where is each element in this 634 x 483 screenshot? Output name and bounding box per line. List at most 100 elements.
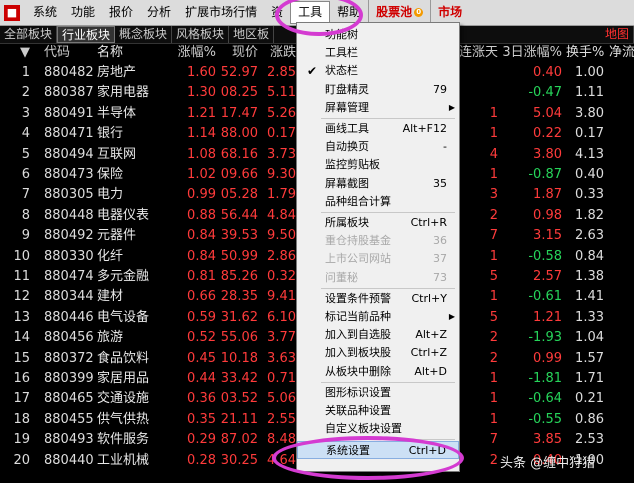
row-name: 旅游 [97, 330, 124, 346]
row-turnover: 2.63 [575, 228, 604, 244]
row-three-day: 0.98 [533, 207, 562, 223]
col-change[interactable]: 涨跌 [260, 43, 296, 63]
row-change: 5.06 [267, 391, 296, 407]
row-three-day: 5.04 [533, 105, 562, 121]
row-days: 7 [489, 432, 498, 448]
row-price: 31.62 [220, 309, 258, 325]
menu-extended-market[interactable]: 扩展市场行情 [178, 0, 264, 25]
menu-item-17[interactable]: 加入到板块股 Ctrl+Z [297, 344, 459, 362]
menu-item-6[interactable]: 自动换页 - [297, 138, 459, 156]
row-days: 1 [489, 289, 498, 305]
submenu-arrow-icon: ▶ [448, 102, 455, 112]
menu-item-label: 屏幕管理 [325, 100, 369, 114]
col-pct[interactable]: 涨幅% [160, 43, 216, 63]
menu-separator [321, 381, 455, 383]
menu-analysis[interactable]: 分析 [140, 0, 178, 25]
row-pct: 1.21 [187, 105, 216, 121]
row-change: 2.86 [267, 248, 296, 264]
col-consecutive-days[interactable]: 连涨天 [458, 43, 498, 63]
row-change: 3.73 [267, 146, 296, 162]
menu-item-15[interactable]: 标记当前品种 ▶ [297, 308, 459, 326]
row-three-day: -0.64 [528, 391, 562, 407]
tab-industry-blocks[interactable]: 行业板块 [57, 26, 116, 43]
menu-item-shortcut: 79 [433, 82, 447, 96]
menu-item-label: 加入到板块股 [325, 346, 391, 360]
col-turnover[interactable]: 换手% [566, 43, 604, 63]
row-name: 家用电器 [97, 85, 150, 101]
menu-item-14[interactable]: 设置条件预警 Ctrl+Y [297, 290, 459, 308]
col-code[interactable]: 代码 [44, 43, 70, 63]
menu-item-label: 上市公司网站 [325, 252, 391, 266]
menu-item-18[interactable]: 从板块中删除 Alt+D [297, 363, 459, 381]
menu-system[interactable]: 系统 [26, 0, 64, 25]
row-three-day: -1.81 [528, 371, 562, 386]
col-name[interactable]: 名称 [97, 43, 123, 63]
menu-item-label: 重仓持股基金 [325, 234, 391, 248]
menu-item-10[interactable]: 所属板块 Ctrl+R [297, 214, 459, 232]
row-turnover: 1.57 [575, 350, 604, 366]
tab-map[interactable]: 地图 [601, 26, 634, 43]
menu-item-shortcut: 37 [433, 252, 447, 266]
row-three-day: -0.87 [528, 167, 562, 182]
row-change: 3.77 [267, 330, 296, 346]
row-price: 39.53 [220, 228, 258, 244]
menu-item-7[interactable]: 监控剪贴板 [297, 156, 459, 174]
menu-item-16[interactable]: 加入到自选股 Alt+Z [297, 326, 459, 344]
menu-separator [321, 118, 455, 119]
row-code: 880344 [44, 289, 94, 305]
row-name: 半导体 [97, 105, 137, 121]
row-price: 28.35 [220, 289, 258, 305]
row-name: 软件服务 [97, 432, 150, 448]
menu-item-8[interactable]: 屏幕截图 35 [297, 175, 459, 193]
row-days: 5 [489, 309, 498, 325]
row-name: 电器仪表 [97, 207, 150, 223]
row-pct: 0.84 [187, 228, 216, 244]
menu-item-3[interactable]: 盯盘精灵 79 [297, 81, 459, 99]
row-turnover: 0.40 [575, 167, 604, 182]
row-pct: 0.29 [187, 432, 216, 448]
menu-item-19[interactable]: 图形标识设置 [297, 384, 459, 402]
menu-item-4[interactable]: 屏幕管理 ▶ [297, 99, 459, 117]
row-index: 11 [13, 269, 30, 284]
row-turnover: 1.04 [575, 330, 604, 346]
row-price: 17.47 [220, 105, 258, 121]
row-code: 880440 [44, 452, 94, 468]
row-name: 食品饮料 [97, 350, 150, 366]
row-price: 56.44 [220, 207, 258, 223]
menu-item-9[interactable]: 品种组合计算 [297, 193, 459, 211]
row-change: 6.10 [267, 309, 296, 325]
row-change: 2.55 [267, 411, 296, 427]
menu-function[interactable]: 功能 [64, 0, 102, 25]
row-pct: 1.08 [187, 146, 216, 162]
menu-quote[interactable]: 报价 [102, 0, 140, 25]
col-price[interactable]: 现价 [218, 43, 258, 63]
tab-region-blocks[interactable]: 地区板 [229, 26, 275, 43]
row-three-day: -0.55 [528, 411, 562, 427]
sort-arrow-icon[interactable]: ▼ [4, 43, 30, 63]
row-change: 9.30 [267, 167, 296, 182]
menu-item-5[interactable]: 画线工具 Alt+F12 [297, 120, 459, 138]
col-three-day-pct[interactable]: 3日涨幅% [500, 43, 562, 63]
row-pct: 0.36 [187, 391, 216, 407]
menu-item-shortcut: Alt+Z [415, 328, 447, 342]
tab-concept-blocks[interactable]: 概念板块 [115, 26, 173, 43]
row-turnover: 2.53 [575, 432, 604, 448]
tab-style-blocks[interactable]: 风格板块 [172, 26, 230, 43]
row-pct: 0.88 [187, 207, 216, 223]
menu-item-20[interactable]: 关联品种设置 [297, 402, 459, 420]
col-net-flow[interactable]: 净流 [609, 43, 634, 63]
menu-item-label: 所属板块 [325, 216, 369, 229]
menu-item-label: 从板块中删除 [325, 364, 391, 378]
row-days: 2 [489, 452, 498, 468]
row-index: 14 [13, 330, 30, 346]
row-pct: 1.30 [187, 85, 216, 101]
row-three-day: 0.40 [533, 65, 562, 80]
menu-item-1[interactable]: 工具栏 [297, 44, 459, 62]
row-price: 33.42 [220, 371, 258, 386]
menu-item-13: 问董秘 73 [297, 269, 459, 287]
tab-all-blocks[interactable]: 全部板块 [0, 26, 58, 43]
row-turnover: 1.00 [575, 65, 604, 80]
row-change: 9.41 [267, 289, 296, 305]
menu-item-2[interactable]: ✔ 状态栏 [297, 62, 459, 80]
row-turnover: 0.17 [575, 126, 604, 142]
